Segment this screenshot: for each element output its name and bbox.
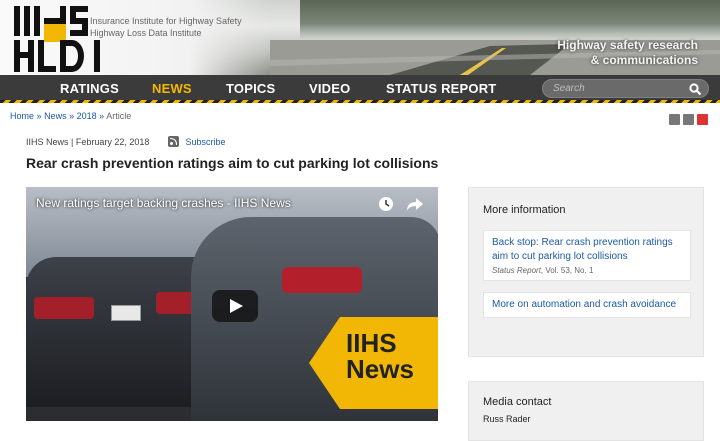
tagline-line-2: Highway Loss Data Institute [90,28,202,38]
nav-item-ratings[interactable]: RATINGS [60,81,119,96]
more-information-panel: More information Back stop: Rear crash p… [468,187,704,357]
related-link-source: Status Report, Vol. 53, No. 1 [492,266,682,275]
print-icon[interactable] [683,114,694,125]
email-icon[interactable] [669,114,680,125]
share-tools [666,112,708,130]
breadcrumb-separator: » [36,111,42,121]
subscribe-link[interactable]: Subscribe [185,137,225,147]
rss-icon[interactable] [167,136,179,147]
related-link-card[interactable]: Back stop: Rear crash prevention ratings… [483,230,691,281]
source-publication: Status Report [492,266,541,275]
badge-line-2: News [346,354,414,384]
related-link-card[interactable]: More on automation and crash avoidance [483,292,691,318]
search-icon[interactable] [689,83,702,96]
badge-line-1: IIHS [346,328,397,358]
nav-hazard-stripe [0,100,720,103]
article-source-date: IIHS News | February 22, 2018 [26,137,150,147]
video-player[interactable]: New ratings target backing crashes - IIH… [26,187,438,421]
video-license-plate [111,305,141,321]
breadcrumb-current: Article [106,111,132,121]
video-title[interactable]: New ratings target backing crashes - IIH… [36,196,291,210]
nav-item-status-report[interactable]: STATUS REPORT [386,81,496,96]
slogan-line-1: Highway safety research [557,38,698,52]
breadcrumb-news[interactable]: News [44,111,67,121]
media-contact-name: Russ Rader [483,414,531,424]
breadcrumb-2018[interactable]: 2018 [77,111,97,121]
site-header: Insurance Institute for Highway Safety H… [0,0,720,75]
article-title: Rear crash prevention ratings aim to cut… [26,155,439,171]
header-slogan: Highway safety research & communications [557,38,698,68]
nav-item-news[interactable]: NEWS [152,81,192,96]
tagline-line-1: Insurance Institute for Highway Safety [90,16,242,26]
video-car-left [26,257,216,407]
search-input[interactable]: Search [542,79,709,98]
source-detail: , Vol. 53, No. 1 [540,266,594,275]
watch-later-icon[interactable] [378,196,394,212]
video-taillight [282,267,362,293]
slogan-line-2: & communications [590,53,698,67]
video-taillight [156,292,196,314]
search-placeholder: Search [553,83,585,94]
media-contact-panel: Media contact Russ Rader [468,381,704,441]
play-button[interactable] [212,290,258,322]
add-share-icon[interactable] [697,114,708,125]
more-information-heading: More information [483,204,566,216]
breadcrumb-separator: » [69,111,75,121]
badge-text: IIHS News [346,330,414,382]
article-meta: IIHS News | February 22, 2018 Subscribe [26,136,225,147]
nav-item-topics[interactable]: TOPICS [226,81,275,96]
video-controls-top [378,196,424,217]
media-contact-heading: Media contact [483,396,552,408]
breadcrumb-home[interactable]: Home [10,111,34,121]
breadcrumb-separator: » [99,111,105,121]
related-link-back-stop[interactable]: Back stop: Rear crash prevention ratings… [492,236,682,264]
video-taillight [34,297,94,319]
breadcrumb: Home » News » 2018 » Article [10,111,131,121]
share-icon[interactable] [406,196,424,212]
nav-item-video[interactable]: VIDEO [309,81,350,96]
main-nav: RATINGS NEWS TOPICS VIDEO STATUS REPORT … [0,75,720,103]
header-trees-image [300,0,720,40]
related-link-automation[interactable]: More on automation and crash avoidance [492,298,682,312]
header-tagline: Insurance Institute for Highway Safety H… [90,15,242,39]
